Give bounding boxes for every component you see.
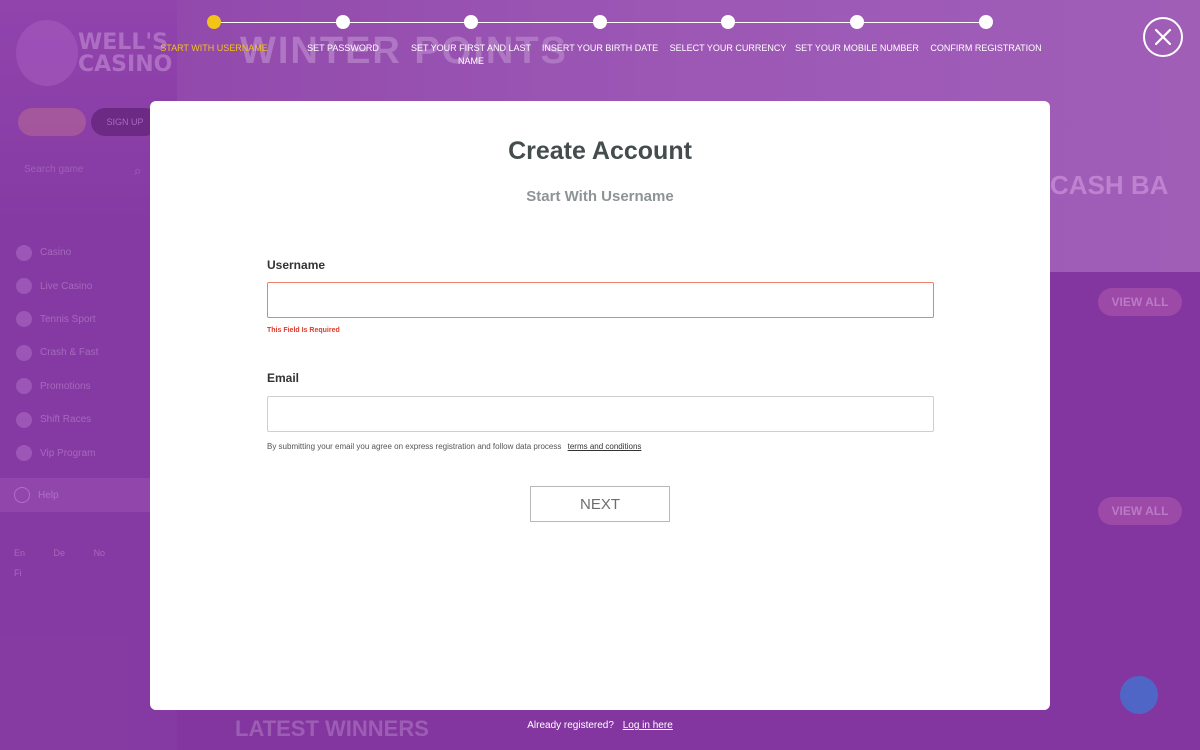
next-button[interactable]: NEXT bbox=[530, 486, 670, 522]
create-account-modal: Create Account Start With Username Usern… bbox=[150, 101, 1050, 710]
email-field[interactable] bbox=[267, 396, 934, 432]
registration-stepper: START WITH USERNAME SET PASSWORD SET YOU… bbox=[150, 14, 1050, 74]
step-set-name: SET YOUR FIRST AND LAST NAME bbox=[406, 14, 536, 68]
step-confirm-registration: CONFIRM REGISTRATION bbox=[921, 14, 1051, 55]
step-label: SET PASSWORD bbox=[307, 43, 379, 53]
step-dot bbox=[850, 15, 864, 29]
close-icon bbox=[1154, 28, 1172, 46]
step-label: SET YOUR MOBILE NUMBER bbox=[795, 43, 919, 53]
terms-note-text: By submitting your email you agree on ex… bbox=[267, 442, 562, 451]
step-dot bbox=[336, 15, 350, 29]
step-dot bbox=[593, 15, 607, 29]
modal-title: Create Account bbox=[508, 137, 692, 165]
step-label: SET YOUR FIRST AND LAST NAME bbox=[410, 43, 532, 66]
step-birth-date: INSERT YOUR BIRTH DATE bbox=[535, 14, 665, 55]
already-registered: Already registered? Log in here bbox=[0, 720, 1200, 731]
step-dot bbox=[721, 15, 735, 29]
step-mobile-number: SET YOUR MOBILE NUMBER bbox=[792, 14, 922, 55]
username-field[interactable] bbox=[267, 282, 934, 318]
step-label: INSERT YOUR BIRTH DATE bbox=[541, 43, 659, 53]
login-link[interactable]: Log in here bbox=[623, 720, 673, 731]
close-button[interactable] bbox=[1143, 17, 1183, 57]
step-dot bbox=[464, 15, 478, 29]
username-label: Username bbox=[267, 258, 326, 272]
already-registered-text: Already registered? bbox=[527, 720, 614, 731]
step-set-password: SET PASSWORD bbox=[278, 14, 408, 55]
step-currency: SELECT YOUR CURRENCY bbox=[663, 14, 793, 55]
terms-link[interactable]: terms and conditions bbox=[568, 442, 642, 451]
email-label: Email bbox=[267, 371, 300, 385]
username-error: This Field Is Required bbox=[267, 327, 340, 334]
step-start-with-username: START WITH USERNAME bbox=[149, 14, 279, 55]
terms-note: By submitting your email you agree on ex… bbox=[267, 442, 641, 451]
step-label: CONFIRM REGISTRATION bbox=[930, 43, 1042, 53]
step-label: SELECT YOUR CURRENCY bbox=[669, 43, 787, 53]
step-dot bbox=[979, 15, 993, 29]
modal-subtitle: Start With Username bbox=[526, 188, 674, 205]
step-label: START WITH USERNAME bbox=[160, 43, 268, 53]
step-dot bbox=[207, 15, 221, 29]
